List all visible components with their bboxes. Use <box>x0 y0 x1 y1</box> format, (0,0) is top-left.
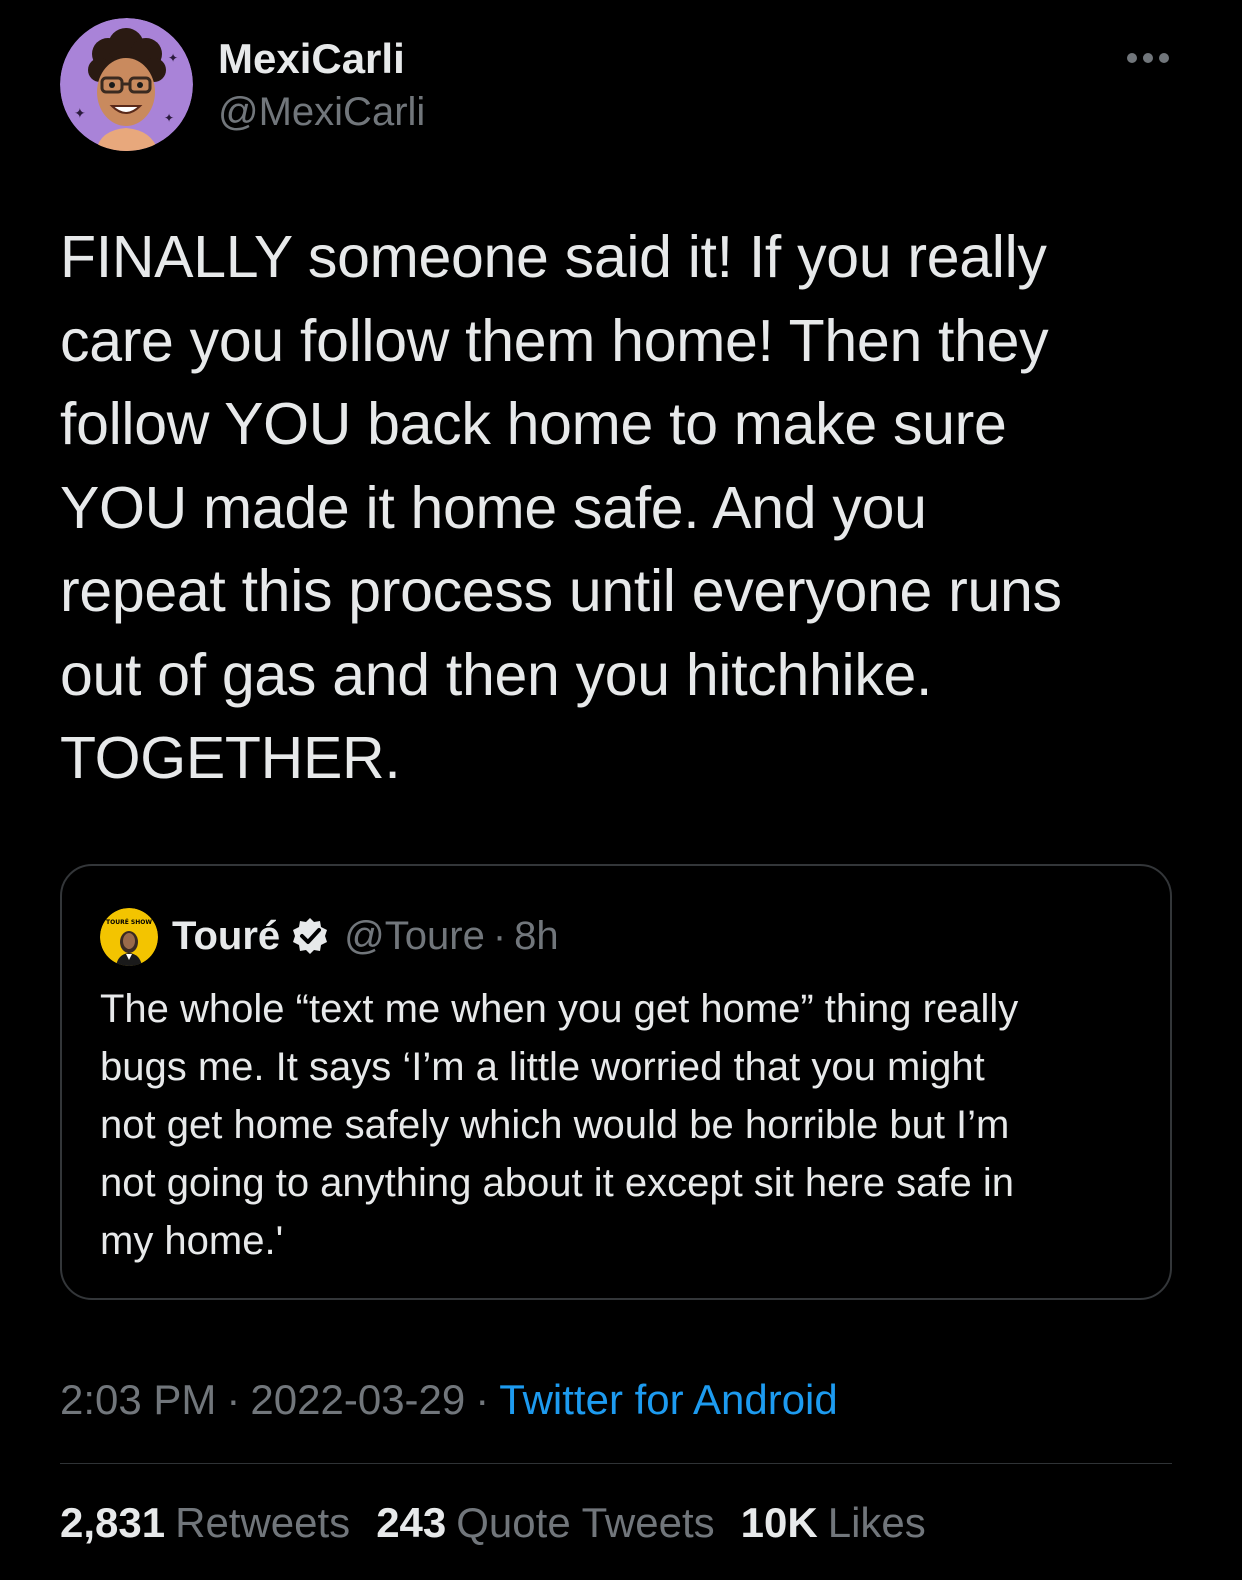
tweet-text: FINALLY someone said it! If you really c… <box>60 224 1062 791</box>
meta-separator: · <box>475 1376 490 1423</box>
tweet-time[interactable]: 2:03 PM <box>60 1376 216 1423</box>
more-horizontal-icon <box>1127 53 1169 63</box>
quote-author-name[interactable]: Touré <box>172 914 280 959</box>
quoted-tweet-card[interactable]: TOURÉ SHOW Touré @Toure · 8h The whole “… <box>60 864 1172 1300</box>
author-handle[interactable]: @MexiCarli <box>218 88 425 136</box>
portrait-avatar-icon: TOURÉ SHOW <box>100 908 158 966</box>
verified-badge-icon <box>293 918 328 954</box>
quote-author-avatar[interactable]: TOURÉ SHOW <box>100 908 158 966</box>
source-link[interactable]: Twitter for Android <box>499 1376 837 1423</box>
quote-tweets-stat[interactable]: 243 Quote Tweets <box>376 1497 714 1549</box>
quote-text: The whole “text me when you get home” th… <box>100 987 1019 1263</box>
more-options-button[interactable] <box>1124 48 1172 68</box>
quote-header: Touré @Toure · 8h <box>172 910 559 962</box>
author-avatar[interactable]: ✦ ✦ ✦ <box>60 18 193 151</box>
svg-text:✦: ✦ <box>74 106 86 122</box>
tweet-meta: 2:03 PM · 2022-03-29 · Twitter for Android <box>60 1374 838 1426</box>
quote-timestamp[interactable]: 8h <box>514 914 559 959</box>
engagement-stats: 2,831 Retweets 243 Quote Tweets 10K Likes <box>60 1497 952 1549</box>
likes-stat[interactable]: 10K Likes <box>741 1497 926 1549</box>
retweets-stat[interactable]: 2,831 Retweets <box>60 1497 350 1549</box>
quote-avatar-label: TOURÉ SHOW <box>106 918 152 926</box>
retweets-label: Retweets <box>175 1499 351 1546</box>
quote-separator: · <box>492 913 507 958</box>
cartoon-avatar-icon: ✦ ✦ ✦ <box>60 18 193 151</box>
meta-separator: · <box>226 1376 241 1423</box>
retweets-count: 2,831 <box>60 1499 166 1546</box>
tweet-date[interactable]: 2022-03-29 <box>250 1376 465 1423</box>
likes-count: 10K <box>740 1499 818 1546</box>
svg-text:✦: ✦ <box>164 111 174 125</box>
quote-author-handle[interactable]: @Toure <box>344 914 485 959</box>
likes-label: Likes <box>827 1499 926 1546</box>
author-name[interactable]: MexiCarli <box>218 34 405 84</box>
quote-tweets-count: 243 <box>376 1499 447 1546</box>
divider <box>60 1463 1172 1464</box>
svg-text:✦: ✦ <box>168 51 178 65</box>
quote-tweets-label: Quote Tweets <box>456 1499 715 1546</box>
